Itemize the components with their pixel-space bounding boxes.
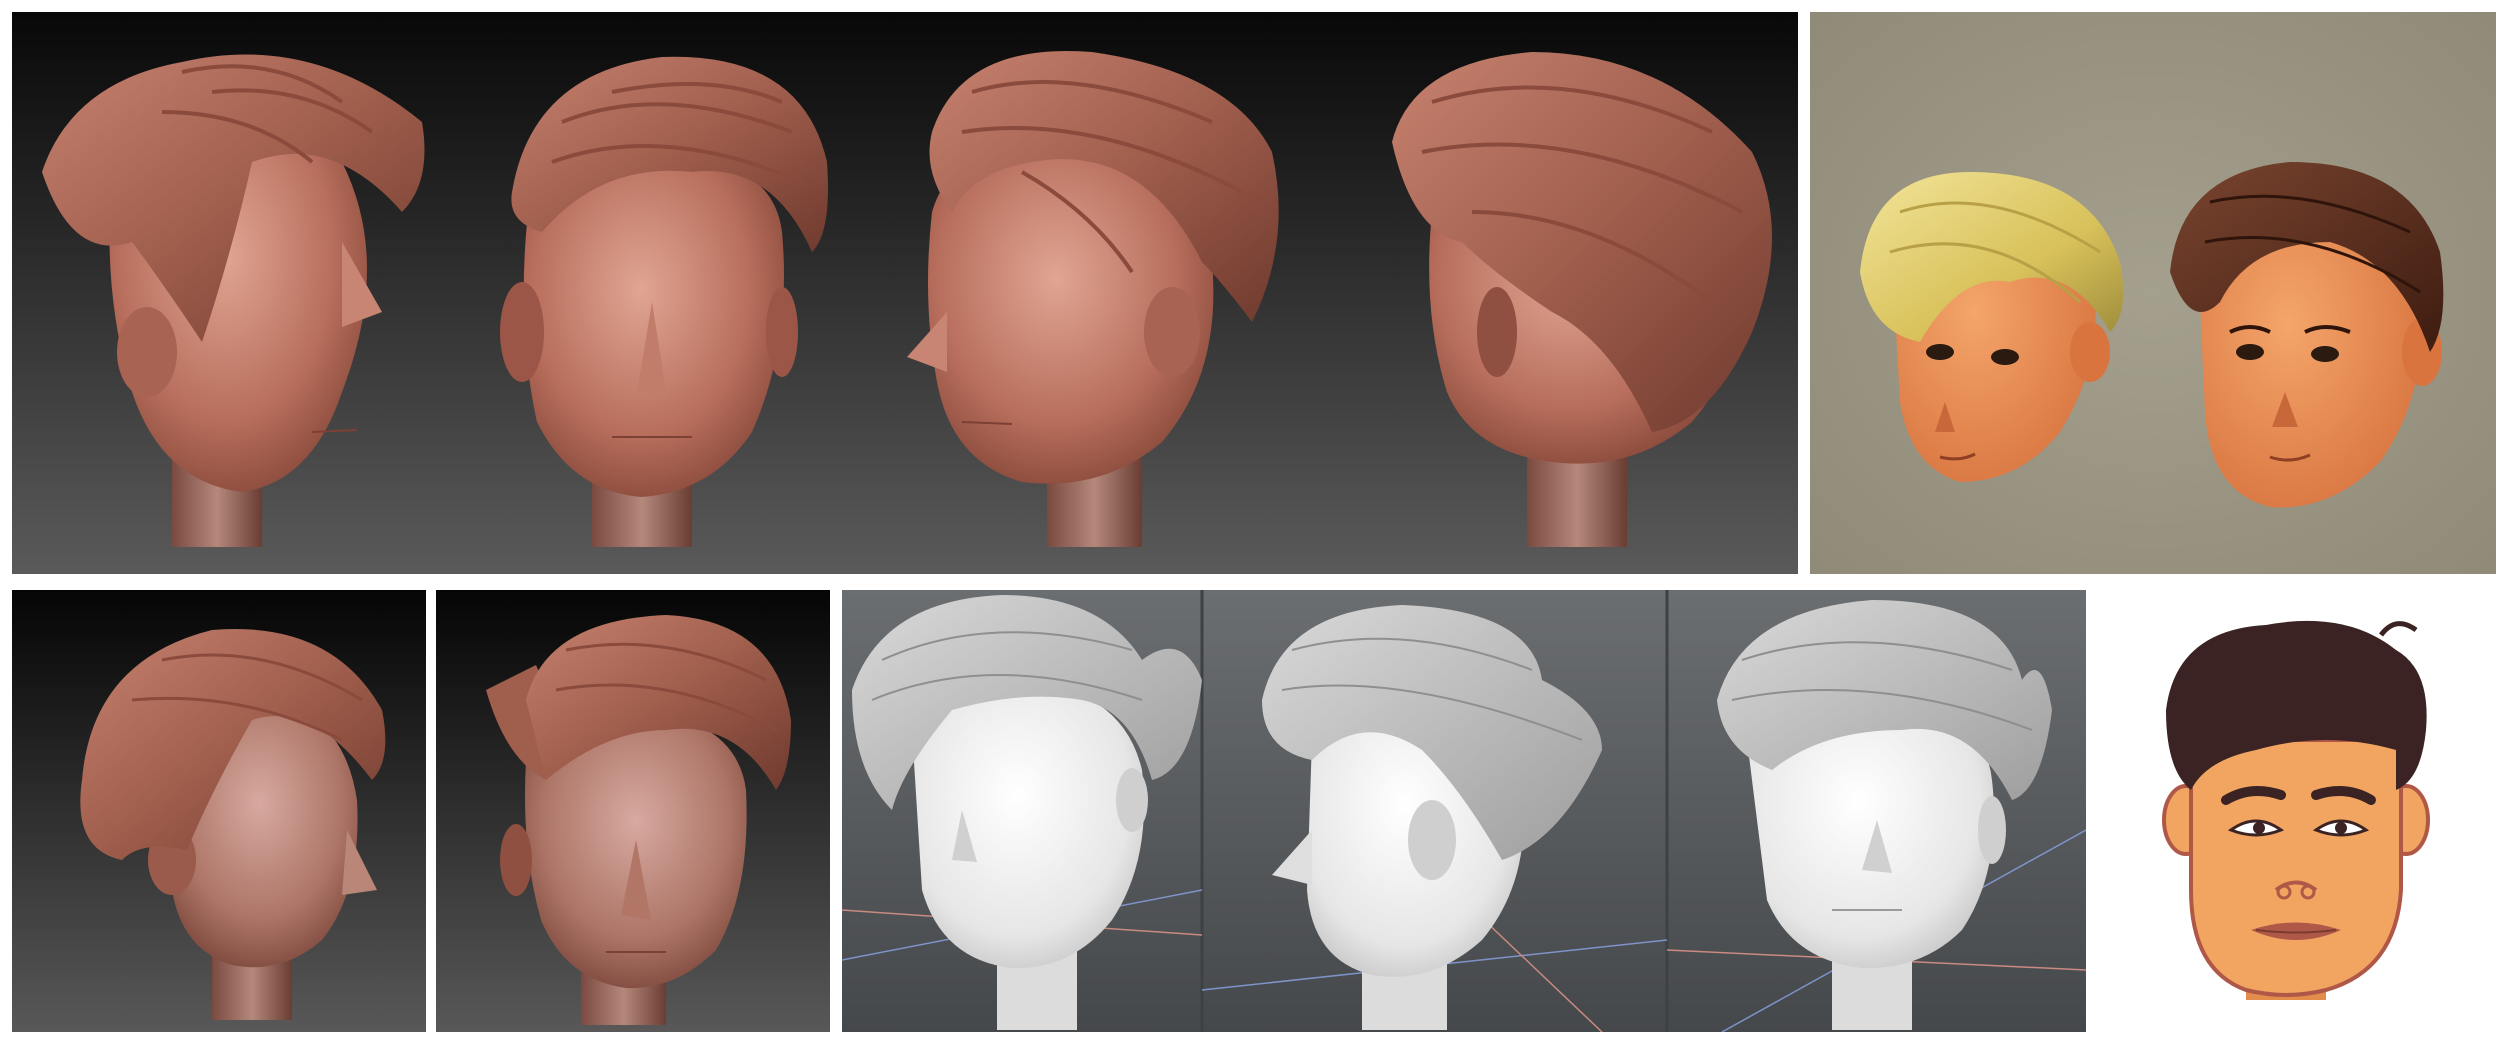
clay-front-illustration [436,590,830,1032]
clay-three-quarter-panel [12,590,426,1032]
gray-lowpoly-panel [842,590,2086,1032]
textured-render-illustration [1810,12,2496,574]
clay-three-quarter-illustration [12,590,426,1032]
concept-illustration [2096,590,2496,1032]
textured-render-panel [1810,12,2496,574]
concept-illustration-panel [2096,590,2496,1032]
clay-turnaround-illustration [12,12,1798,574]
clay-front-panel [436,590,830,1032]
clay-turnaround-panel [12,12,1798,574]
gray-lowpoly-illustration [842,590,2086,1032]
concept-face [2162,620,2430,1000]
